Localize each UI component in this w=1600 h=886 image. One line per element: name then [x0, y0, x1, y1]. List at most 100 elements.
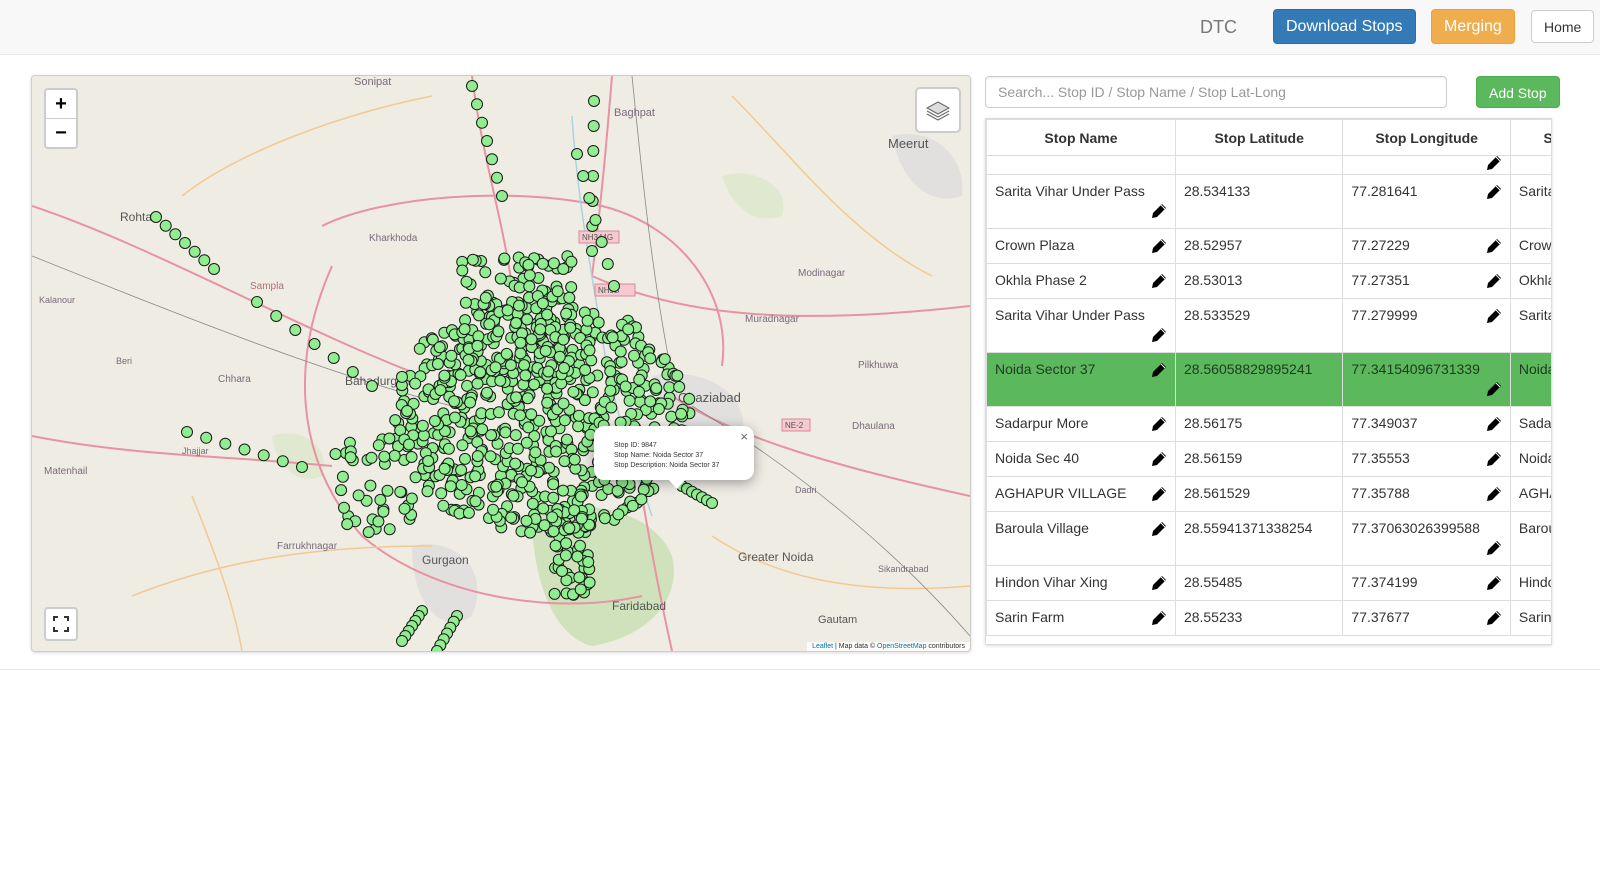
stop-marker[interactable] [405, 451, 418, 463]
stop-marker[interactable] [456, 264, 469, 277]
stop-marker[interactable] [448, 395, 461, 408]
stop-marker[interactable] [683, 392, 696, 405]
pencil-icon[interactable] [1149, 484, 1169, 504]
table-row[interactable]: Baroula Village 28.55941371338254 77.37063… [986, 511, 1551, 566]
stop-marker[interactable] [583, 192, 596, 204]
cell-stop-description[interactable]: Sadarpur More [1509, 406, 1551, 442]
table-row[interactable]: Okhla Phase 2 28.53013 77.27351 Okhla Phase… [986, 263, 1551, 299]
cell-stop-longitude[interactable]: 77.281641 [1342, 174, 1511, 229]
stop-marker[interactable] [181, 426, 193, 438]
stop-marker[interactable] [623, 394, 636, 407]
stop-marker[interactable] [200, 431, 213, 444]
stop-marker[interactable] [499, 426, 512, 439]
stop-marker[interactable] [366, 380, 378, 392]
stop-marker[interactable] [605, 401, 618, 414]
stop-marker[interactable] [583, 576, 596, 589]
stop-marker[interactable] [481, 135, 493, 147]
stop-marker[interactable] [628, 349, 640, 362]
pencil-icon[interactable] [1484, 182, 1504, 202]
stop-marker[interactable] [559, 549, 572, 562]
stop-marker[interactable] [492, 325, 505, 338]
stop-marker[interactable] [510, 317, 523, 329]
stop-marker[interactable] [409, 377, 422, 390]
stop-marker[interactable] [383, 523, 396, 536]
stop-marker[interactable] [586, 245, 598, 257]
stop-marker[interactable] [601, 258, 614, 270]
stop-marker[interactable] [612, 508, 625, 521]
stop-marker[interactable] [541, 396, 554, 409]
pencil-icon[interactable] [1149, 325, 1169, 345]
stop-marker[interactable] [378, 450, 391, 463]
stop-marker[interactable] [416, 419, 429, 432]
stop-marker[interactable] [364, 479, 377, 492]
stop-marker[interactable] [462, 506, 475, 519]
stop-marker[interactable] [588, 95, 600, 107]
stop-marker[interactable] [568, 453, 581, 466]
cell-stop-name[interactable]: Sarin Farm [986, 600, 1176, 636]
stops-map[interactable]: Sonipat Baghpat Meerut Rohtak Kharkhoda … [31, 75, 971, 652]
cell-stop-name[interactable]: Noida Sector 37 [986, 352, 1176, 407]
stop-marker[interactable] [464, 396, 477, 409]
cell-stop-name[interactable]: Noida Sec 40 [986, 441, 1176, 477]
stop-marker[interactable] [398, 502, 411, 515]
table-row[interactable]: Crown Plaza 28.52957 77.27229 Crown Plaza [986, 228, 1551, 264]
pencil-icon[interactable] [1149, 360, 1169, 380]
stop-marker[interactable] [459, 452, 471, 465]
table-row[interactable]: Sarin Farm 28.55233 77.37677 Sarin Farm [986, 600, 1551, 636]
stop-marker[interactable] [622, 323, 635, 336]
stop-marker[interactable] [706, 497, 718, 509]
stop-marker[interactable] [557, 333, 570, 346]
stop-marker[interactable] [614, 345, 627, 358]
layers-control[interactable] [915, 87, 961, 133]
cell-stop-latitude[interactable]: 28.52957 [1174, 228, 1344, 264]
pencil-icon[interactable] [1484, 379, 1504, 399]
cell-stop-description[interactable]: AGHAPUR VILLAG [1509, 476, 1551, 512]
stop-marker[interactable] [396, 635, 408, 647]
cell-stop-description[interactable]: Hindon Vihar Xing [1509, 565, 1551, 601]
cell-stop-longitude[interactable]: 77.37063026399588 [1342, 511, 1511, 566]
table-row[interactable]: AGHAPUR VILLAGE 28.561529 77.35788 AGHAPUR … [986, 476, 1551, 512]
cell-stop-longitude[interactable]: 77.349037 [1342, 406, 1511, 442]
stop-marker[interactable] [276, 455, 289, 468]
cell-stop-longitude[interactable]: 77.27229 [1342, 228, 1511, 264]
stop-marker[interactable] [372, 439, 385, 452]
stop-marker[interactable] [604, 384, 617, 397]
stop-marker[interactable] [462, 354, 475, 366]
stop-marker[interactable] [587, 145, 600, 157]
stop-marker[interactable] [542, 365, 555, 378]
stop-marker[interactable] [455, 479, 468, 491]
stop-marker[interactable] [308, 338, 321, 350]
stop-marker[interactable] [595, 236, 608, 248]
pencil-icon[interactable] [1149, 236, 1169, 256]
stop-marker[interactable] [401, 405, 414, 417]
stop-marker[interactable] [587, 120, 600, 132]
cell-stop-longitude[interactable]: 77.27351 [1342, 263, 1511, 299]
stop-marker[interactable] [663, 381, 676, 394]
stop-marker[interactable] [150, 211, 162, 223]
stop-marker[interactable] [444, 480, 457, 493]
stop-marker[interactable] [486, 153, 498, 166]
stop-marker[interactable] [563, 291, 576, 304]
stop-marker[interactable] [219, 437, 232, 450]
stop-marker[interactable] [509, 457, 522, 470]
stop-marker[interactable] [511, 442, 524, 455]
stop-marker[interactable] [549, 539, 562, 552]
stop-marker[interactable] [571, 148, 583, 160]
stop-marker[interactable] [673, 380, 686, 393]
home-button[interactable]: Home [1531, 10, 1595, 43]
stop-marker[interactable] [514, 409, 527, 422]
cell-stop-longitude[interactable]: 77.34154096731339 [1342, 352, 1511, 407]
stop-marker[interactable] [560, 433, 573, 446]
cell-stop-latitude[interactable]: 28.55233 [1174, 600, 1344, 636]
stop-marker[interactable] [572, 409, 585, 422]
stop-marker[interactable] [438, 369, 451, 382]
stop-marker[interactable] [534, 323, 547, 336]
stop-marker[interactable] [539, 344, 552, 357]
stop-marker[interactable] [644, 395, 657, 408]
cell-stop-name[interactable]: Sarita Vihar Under Pass [986, 174, 1176, 229]
stop-marker[interactable] [270, 310, 283, 322]
stop-marker[interactable] [528, 378, 541, 391]
pencil-icon[interactable] [1484, 306, 1504, 326]
stop-marker[interactable] [525, 464, 537, 477]
cell-stop-latitude[interactable]: 28.55485 [1174, 565, 1344, 601]
